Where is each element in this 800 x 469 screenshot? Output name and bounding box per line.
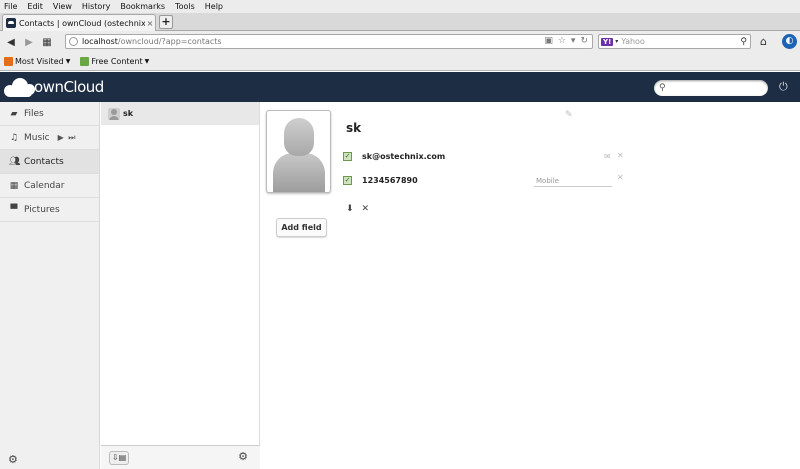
owncloud-favicon-icon	[6, 18, 16, 28]
tab-title: Contacts | ownCloud (ostechnix)	[19, 18, 145, 28]
power-icon[interactable]: ⏻	[779, 80, 788, 94]
contact-list-footer: ⇩▤ ⚙	[101, 445, 260, 469]
reload-icon[interactable]: ↻	[580, 36, 588, 46]
owncloud-header: ownCloud ⚲ ⏻	[0, 72, 800, 102]
pencil-icon[interactable]: ✎	[565, 110, 573, 120]
app-item-files[interactable]: ▰ Files	[0, 102, 99, 126]
logo-wordmark: ownCloud	[34, 78, 104, 96]
addon-icon[interactable]: ◐	[782, 34, 797, 49]
app-label: Files	[24, 108, 44, 119]
chevron-down-icon: ▼	[65, 58, 71, 65]
owncloud-logo[interactable]: ownCloud	[4, 76, 104, 98]
menu-tools[interactable]: Tools	[175, 2, 195, 11]
email-field[interactable]: sk@ostechnix.com	[362, 152, 445, 161]
menu-file[interactable]: File	[4, 2, 17, 11]
contacts-icon: 👥︎	[9, 156, 21, 167]
owncloud-search-input[interactable]: ⚲	[654, 80, 768, 96]
dropdown-caret-icon[interactable]: ▾	[571, 36, 576, 46]
app-item-pictures[interactable]: ▀ Pictures	[0, 198, 99, 222]
app-label: Music	[24, 132, 50, 143]
url-host: localhost	[82, 37, 118, 46]
menu-history[interactable]: History	[82, 2, 110, 11]
chevron-down-icon: ▼	[144, 58, 150, 65]
bookmark-label: Free Content	[91, 57, 143, 66]
engine-caret-icon[interactable]: ▾	[615, 38, 618, 45]
browser-navbar: ◀ ▶ ▦ localhost/owncloud/?app=contacts ▣…	[0, 31, 800, 53]
close-icon[interactable]: ✕	[617, 173, 624, 182]
menu-view[interactable]: View	[53, 2, 72, 11]
site-identity-icon[interactable]	[69, 37, 78, 46]
app-item-contacts[interactable]: 👥︎ Contacts	[0, 150, 99, 174]
url-bar[interactable]: localhost/owncloud/?app=contacts ▣ ☆ ▾ ↻	[65, 34, 593, 49]
add-field-button[interactable]: Add field	[276, 218, 327, 237]
home-icon[interactable]: ⌂	[760, 35, 767, 48]
delete-icon[interactable]: ✕	[362, 204, 370, 214]
phone-field[interactable]: 1234567890	[362, 176, 418, 185]
app-label: Calendar	[24, 180, 65, 191]
contact-list: sk ⇩▤ ⚙	[101, 102, 260, 469]
reader-icon[interactable]: ▣	[544, 36, 553, 46]
calendar-icon: ▦	[9, 180, 19, 191]
search-placeholder: Yahoo	[621, 37, 645, 46]
magnifier-icon[interactable]: ⚲	[740, 37, 747, 47]
new-tab-button[interactable]: +	[159, 15, 173, 29]
browser-menubar: File Edit View History Bookmarks Tools H…	[0, 0, 800, 13]
music-icon: ♫	[9, 132, 19, 143]
mail-icon[interactable]: ✉	[604, 152, 611, 161]
app-item-calendar[interactable]: ▦ Calendar	[0, 174, 99, 198]
contact-photo[interactable]	[266, 110, 331, 193]
import-contacts-button[interactable]: ⇩▤	[109, 451, 129, 465]
phone-field-row: ✓ 1234567890 Mobile ✕	[343, 173, 624, 187]
folder-icon: ▰	[10, 108, 18, 119]
music-play-controls[interactable]: ▶ ⏭	[58, 133, 77, 143]
contact-name: sk	[123, 109, 134, 118]
folder-icon	[80, 57, 90, 66]
url-actions: ▣ ☆ ▾ ↻	[544, 36, 588, 46]
menu-edit[interactable]: Edit	[27, 2, 43, 11]
url-path: /owncloud/?app=contacts	[117, 37, 222, 46]
bookmark-free-content[interactable]: Free Content ▼	[80, 57, 149, 66]
list-item[interactable]: sk	[101, 102, 259, 125]
app-label: Contacts	[24, 156, 64, 167]
browser-tab[interactable]: Contacts | ownCloud (ostechnix) ×	[2, 14, 156, 31]
app-navigation: ▰ Files ♫ Music ▶ ⏭ 👥︎ Contacts ▦ Calend…	[0, 102, 100, 469]
app-label: Pictures	[24, 204, 60, 215]
search-icon: ⚲	[659, 83, 666, 93]
contact-actions: ⬇ ✕	[346, 204, 369, 214]
browser-search-bar[interactable]: Y! ▾ Yahoo ⚲	[598, 34, 751, 49]
phone-type-input[interactable]: Mobile	[534, 175, 612, 187]
bookmark-page-icon[interactable]: ▦	[40, 35, 54, 49]
close-icon[interactable]: ✕	[617, 151, 624, 160]
forward-arrow-icon[interactable]: ▶	[22, 35, 36, 49]
preferred-checkbox[interactable]: ✓	[343, 152, 352, 161]
menu-bookmarks[interactable]: Bookmarks	[120, 2, 165, 11]
pictures-icon: ▀	[10, 204, 18, 215]
contact-detail: sk ✎ ✓ sk@ostechnix.com ✉ ✕ ✓ 1234567890…	[261, 102, 800, 469]
preferred-checkbox[interactable]: ✓	[343, 176, 352, 185]
back-arrow-icon[interactable]: ◀	[4, 35, 18, 49]
bookmark-label: Most Visited	[15, 57, 64, 66]
settings-gear-icon[interactable]: ⚙	[8, 453, 18, 466]
download-icon[interactable]: ⬇	[346, 204, 354, 214]
gear-icon[interactable]: ⚙	[238, 450, 248, 463]
avatar	[108, 107, 120, 120]
star-icon[interactable]: ☆	[558, 36, 566, 46]
bookmarks-toolbar: Most Visited ▼ Free Content ▼	[0, 53, 800, 71]
most-visited-icon	[4, 57, 13, 66]
email-field-row: ✓ sk@ostechnix.com ✉ ✕	[343, 151, 624, 161]
avatar-placeholder-body	[273, 153, 325, 192]
browser-tabbar: Contacts | ownCloud (ostechnix) × +	[0, 13, 800, 31]
menu-help[interactable]: Help	[205, 2, 223, 11]
cloud-logo-icon	[4, 76, 36, 98]
avatar-placeholder-head	[284, 118, 314, 156]
contact-fullname[interactable]: sk	[346, 121, 361, 135]
bookmark-most-visited[interactable]: Most Visited ▼	[4, 57, 70, 66]
tab-close-icon[interactable]: ×	[145, 19, 155, 28]
app-item-music[interactable]: ♫ Music ▶ ⏭	[0, 126, 99, 150]
yahoo-engine-icon[interactable]: Y!	[601, 37, 614, 46]
